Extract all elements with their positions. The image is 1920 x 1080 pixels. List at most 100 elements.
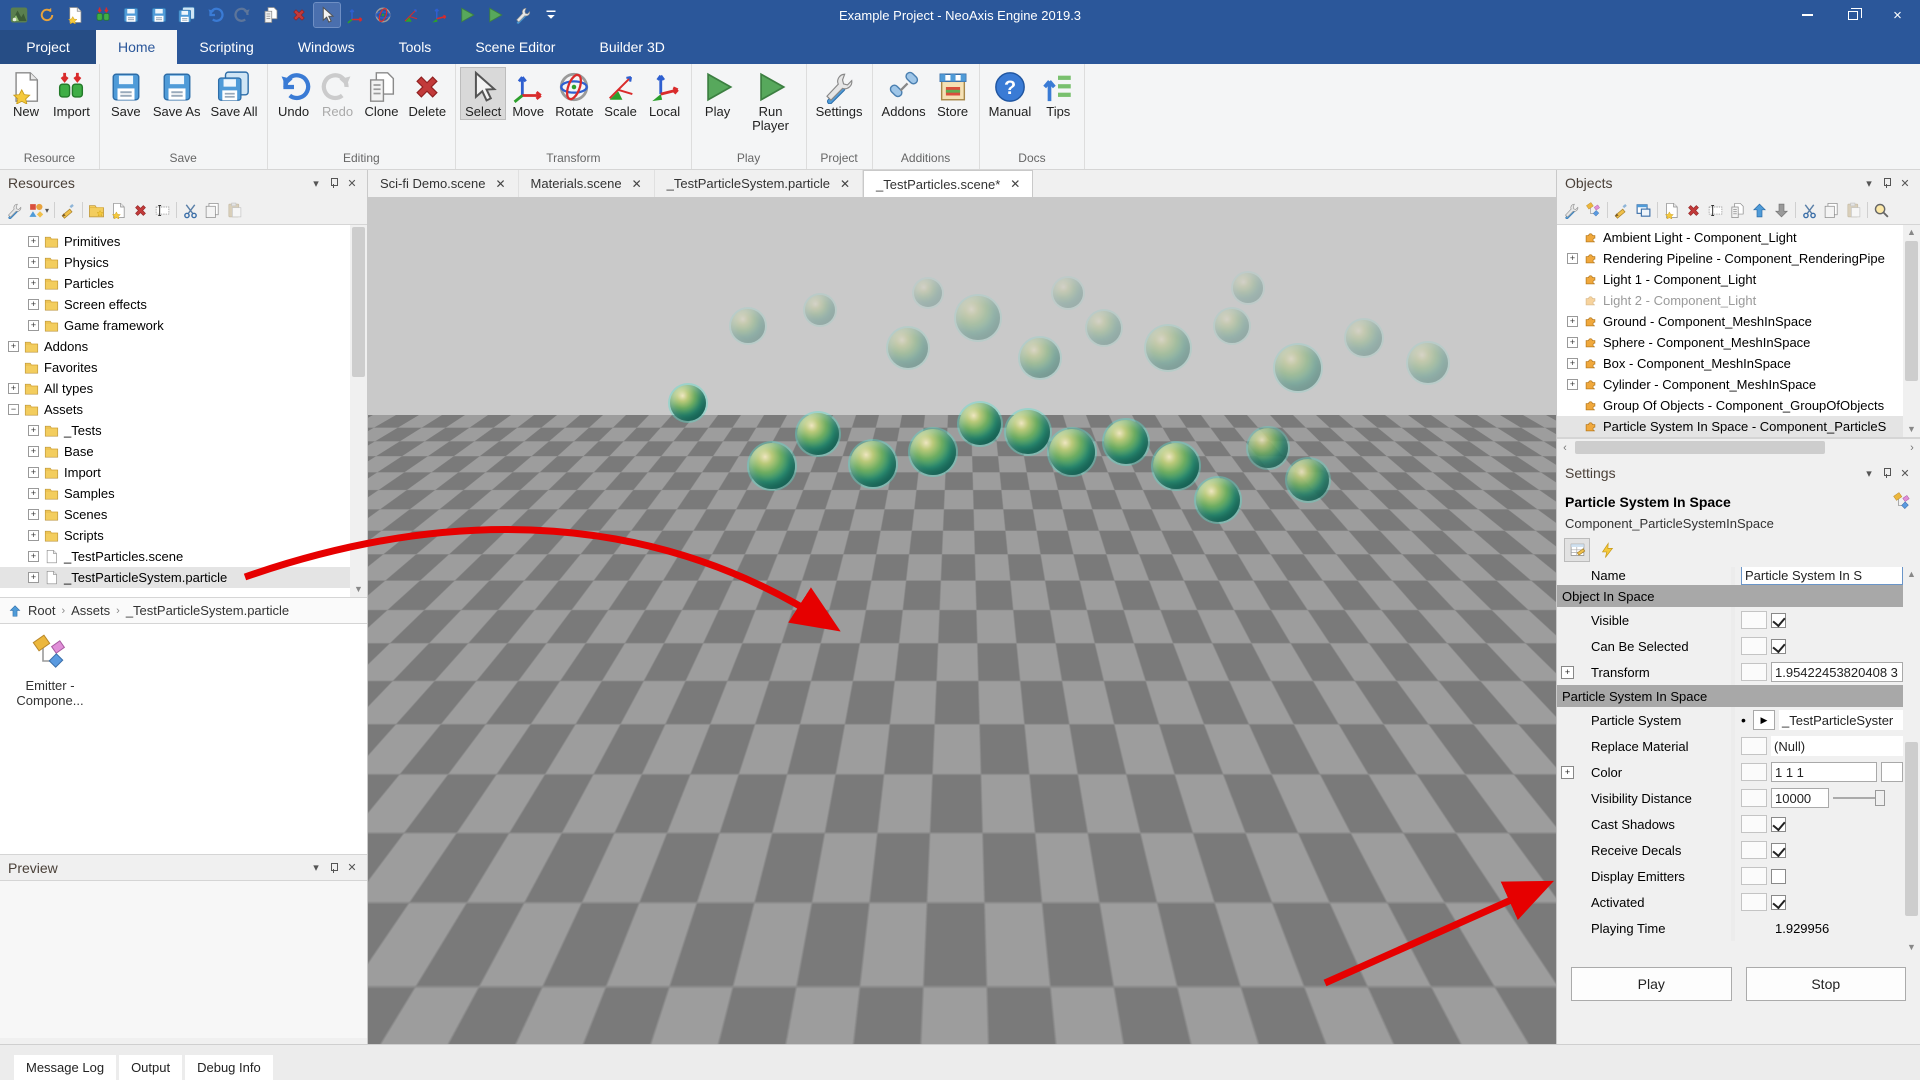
tab-windows[interactable]: Windows [276,30,377,64]
move-up-icon[interactable] [1751,202,1768,219]
expander-icon[interactable]: + [28,425,39,436]
objects-rename-icon[interactable] [1707,202,1724,219]
objects-tree-item[interactable]: +Sphere - Component_MeshInSpace [1557,332,1920,353]
objects-copy-icon[interactable] [1823,202,1840,219]
copy-icon[interactable] [204,202,221,219]
delete-button[interactable]: Delete [404,67,452,120]
default-value-box[interactable] [1741,611,1767,629]
resources-tree-item[interactable]: +Physics [0,252,367,273]
play-button[interactable]: Play [696,67,740,120]
delete-resource-icon[interactable] [132,202,149,219]
property-text-input[interactable]: Particle System In S [1741,567,1903,585]
expander-icon[interactable]: + [28,236,39,247]
default-value-box[interactable] [1741,663,1767,681]
doc-tab-close-icon[interactable]: ✕ [495,177,505,191]
save-as-icon[interactable] [146,3,172,27]
property-null-value[interactable]: (Null) [1771,736,1903,756]
doc-tab-close-icon[interactable]: ✕ [840,177,850,191]
resources-tree-item[interactable]: +Samples [0,483,367,504]
doc-tab-close-icon[interactable]: ✕ [1010,177,1020,191]
move-button[interactable]: Move [506,67,550,120]
objects-tree-item[interactable]: Particle System In Space - Component_Par… [1557,416,1920,437]
resources-tree-item[interactable]: +Addons [0,336,367,357]
preview-pin-icon[interactable] [325,859,343,877]
resources-tree-item[interactable]: Favorites [0,357,367,378]
resources-tree-item[interactable]: +_TestParticleSystem.particle [0,567,367,588]
default-value-box[interactable] [1741,737,1767,755]
objects-search-icon[interactable] [1873,202,1890,219]
new-resource-icon[interactable] [110,202,127,219]
resources-tree-item[interactable]: +All types [0,378,367,399]
save-all-icon[interactable] [174,3,200,27]
scene-viewport[interactable] [368,198,1556,1044]
breadcrumb-assets[interactable]: Assets [71,603,110,618]
resources-tree-item[interactable]: +Base [0,441,367,462]
property-checkbox[interactable] [1771,817,1786,832]
default-value-box[interactable] [1741,789,1767,807]
objects-tree-item[interactable]: Light 2 - Component_Light [1557,290,1920,311]
rotate-button[interactable]: Rotate [550,67,598,120]
default-value-box[interactable] [1741,893,1767,911]
play-button[interactable]: Play [1571,967,1732,1001]
expander-icon[interactable]: + [28,278,39,289]
run-player-button[interactable]: Run Player [740,67,802,135]
undo-icon[interactable] [202,3,228,27]
objects-tree-item[interactable]: +Ground - Component_MeshInSpace [1557,311,1920,332]
objects-tree-item[interactable]: Group Of Objects - Component_GroupOfObje… [1557,395,1920,416]
default-value-box[interactable] [1741,763,1767,781]
preview-menu-icon[interactable]: ▾ [307,859,325,877]
restore-button[interactable] [1830,0,1875,30]
resources-tree-item[interactable]: −Assets [0,399,367,420]
objects-window-icon[interactable] [1635,202,1652,219]
save-icon[interactable] [118,3,144,27]
expander-icon[interactable]: + [28,572,39,583]
tab-home[interactable]: Home [96,30,177,64]
property-checkbox[interactable] [1771,639,1786,654]
bottom-tab-output[interactable]: Output [119,1055,182,1080]
store-button[interactable]: Store [931,67,975,120]
objects-paste-icon[interactable] [1845,202,1862,219]
expander-icon[interactable]: + [28,257,39,268]
resources-tree-item[interactable]: +Game framework [0,315,367,336]
bottom-tab-message-log[interactable]: Message Log [14,1055,116,1080]
resources-tree-item[interactable]: +Scenes [0,504,367,525]
settings-button[interactable]: Settings [811,67,868,120]
default-value-box[interactable] [1741,841,1767,859]
import-button[interactable]: Import [48,67,95,120]
delete-icon[interactable] [286,3,312,27]
objects-tree-item[interactable]: Light 1 - Component_Light [1557,269,1920,290]
paste-icon[interactable] [226,202,243,219]
objects-hscrollbar[interactable]: ‹ › [1557,438,1920,456]
resources-scrollbar[interactable]: ▼ [350,225,367,597]
expander-icon[interactable]: + [28,551,39,562]
expander-icon[interactable]: + [8,341,19,352]
expander-icon[interactable]: − [8,404,19,415]
properties-view-icon[interactable] [1565,539,1589,561]
clone-icon[interactable] [258,3,284,27]
new-folder-icon[interactable] [88,202,105,219]
doc-tab-close-icon[interactable]: ✕ [632,177,642,191]
stop-button[interactable]: Stop [1746,967,1907,1001]
property-checkbox[interactable] [1771,843,1786,858]
property-number-input[interactable]: 10000 [1771,788,1829,808]
objects-tree-item[interactable]: Ambient Light - Component_Light [1557,227,1920,248]
objects-emitter-icon[interactable] [1585,202,1602,219]
settings-menu-icon[interactable]: ▾ [1860,464,1878,482]
doc-tab-0[interactable]: Sci-fi Demo.scene✕ [368,170,519,197]
resources-shapes-icon[interactable]: ▾ [28,202,49,219]
color-value-input[interactable]: 1 1 1 [1771,762,1877,782]
expander-icon[interactable]: + [8,383,19,394]
expander-icon[interactable]: + [1567,253,1578,264]
local-button[interactable]: Local [643,67,687,120]
new-file-icon[interactable] [62,3,88,27]
emitter-item[interactable]: Emitter -Compone... [12,634,88,709]
expander-icon[interactable]: + [28,509,39,520]
minimize-button[interactable] [1785,0,1830,30]
clone-button[interactable]: Clone [360,67,404,120]
move-down-icon[interactable] [1773,202,1790,219]
default-value-box[interactable] [1741,867,1767,885]
breadcrumb-file[interactable]: _TestParticleSystem.particle [126,603,289,618]
resources-tree-item[interactable]: +Import [0,462,367,483]
tips-button[interactable]: Tips [1036,67,1080,120]
objects-cut-icon[interactable] [1801,202,1818,219]
